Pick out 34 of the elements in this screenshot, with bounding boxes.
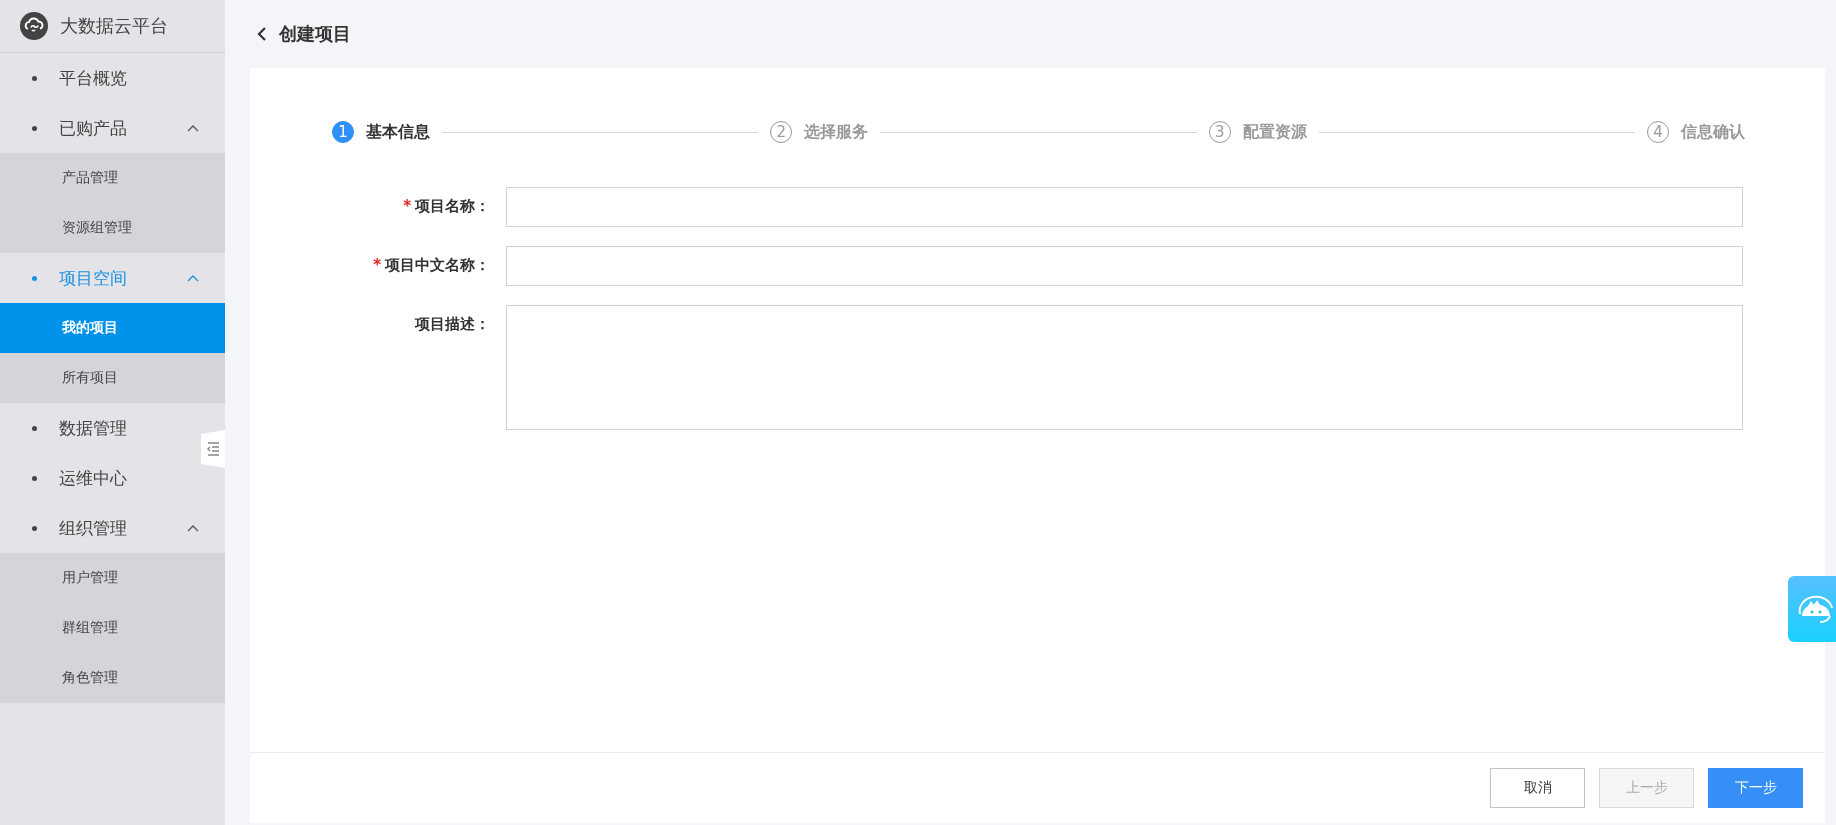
menu-item[interactable]: 运维中心 — [0, 453, 201, 503]
submenu-item[interactable]: 所有项目 — [0, 353, 225, 403]
textarea-field[interactable] — [506, 305, 1743, 430]
submenu-item[interactable]: 资源组管理 — [0, 203, 225, 253]
step-number: 1 — [332, 121, 354, 143]
footer-button[interactable]: 取消 — [1490, 768, 1585, 808]
menu-item[interactable]: 数据管理 — [0, 403, 201, 453]
submenu-item[interactable]: 群组管理 — [0, 603, 225, 653]
menu-item[interactable]: 已购产品 — [0, 103, 201, 153]
step-label: 选择服务 — [804, 121, 869, 143]
required-mark: * — [403, 197, 411, 215]
platform-title: 大数据云平台 — [60, 14, 168, 38]
chevron-icon — [187, 524, 199, 532]
support-chat-icon[interactable] — [1788, 576, 1836, 642]
menu-item[interactable]: 组织管理 — [0, 503, 201, 553]
collapse-handle-icon[interactable] — [201, 430, 225, 468]
step-label: 基本信息 — [366, 121, 430, 143]
back-icon[interactable] — [257, 27, 267, 41]
field-label: 项目描述： — [415, 315, 490, 333]
step-label: 信息确认 — [1681, 121, 1745, 143]
required-mark: * — [373, 256, 381, 274]
input-field[interactable] — [506, 246, 1743, 286]
submenu-item[interactable]: 角色管理 — [0, 653, 225, 703]
menu-item[interactable]: 平台概览 — [0, 53, 201, 103]
chevron-icon — [187, 274, 199, 282]
input-field[interactable] — [506, 187, 1743, 227]
page-title: 创建项目 — [279, 22, 351, 46]
step-label: 配置资源 — [1242, 121, 1307, 143]
field-label: 项目名称： — [415, 197, 490, 215]
field-label: 项目中文名称： — [385, 256, 490, 274]
chevron-icon — [187, 124, 199, 132]
submenu-item[interactable]: 用户管理 — [0, 553, 225, 603]
cloud-link-logo-icon — [20, 12, 48, 40]
submenu-item[interactable]: 产品管理 — [0, 153, 225, 203]
